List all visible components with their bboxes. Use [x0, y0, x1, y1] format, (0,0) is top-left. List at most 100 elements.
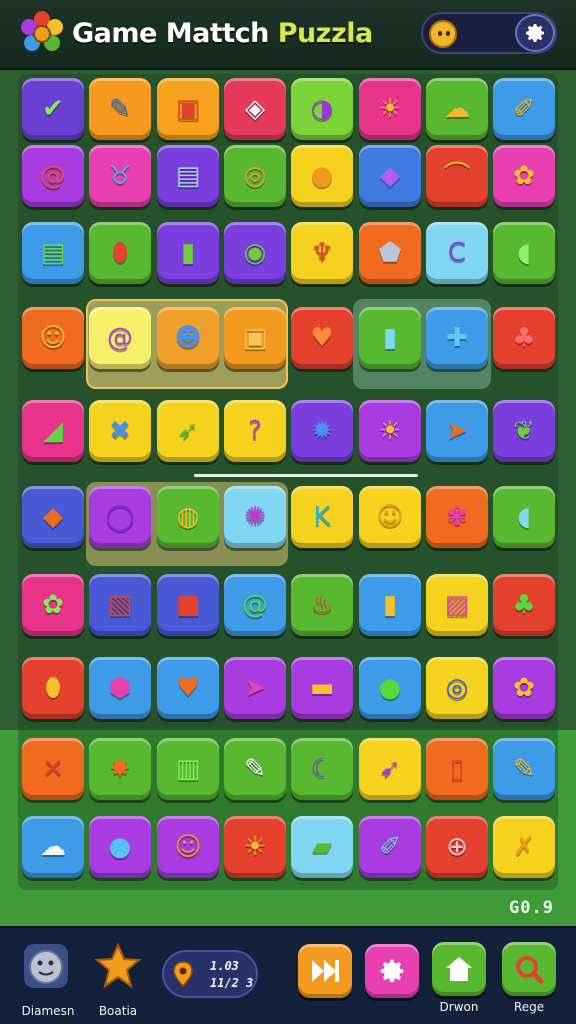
- game-tile[interactable]: ◆: [359, 145, 421, 207]
- game-tile[interactable]: ●: [291, 145, 353, 207]
- fast-forward-button[interactable]: [298, 944, 352, 998]
- game-tile[interactable]: ▧: [89, 574, 151, 636]
- game-tile[interactable]: ✎: [493, 738, 555, 800]
- game-tile[interactable]: ✹: [291, 400, 353, 462]
- game-tile[interactable]: ☻: [157, 307, 219, 369]
- game-tile[interactable]: ◖: [493, 222, 555, 284]
- game-tile[interactable]: ☀: [359, 400, 421, 462]
- game-tile[interactable]: ◖: [493, 486, 555, 548]
- game-tile[interactable]: @: [224, 574, 286, 636]
- home-button[interactable]: [432, 942, 486, 996]
- boatia-item[interactable]: Boatia: [90, 940, 146, 1020]
- game-tile[interactable]: ✚: [426, 307, 488, 369]
- game-tile[interactable]: ⬮: [89, 222, 151, 284]
- game-tile[interactable]: ☀: [359, 78, 421, 140]
- game-tile[interactable]: ✺: [224, 486, 286, 548]
- game-tile[interactable]: C: [426, 222, 488, 284]
- game-tile[interactable]: ✗: [493, 816, 555, 878]
- picture-icon: ▨: [444, 590, 470, 620]
- game-tile[interactable]: ☺: [359, 486, 421, 548]
- game-tile[interactable]: ◎: [224, 145, 286, 207]
- game-tile[interactable]: ⌒: [426, 145, 488, 207]
- game-tile[interactable]: @: [89, 307, 151, 369]
- game-tile[interactable]: ⬢: [89, 657, 151, 719]
- game-tile[interactable]: ◈: [224, 78, 286, 140]
- game-tile[interactable]: ●: [359, 657, 421, 719]
- game-tile[interactable]: ✿: [22, 574, 84, 636]
- flower-icon: ✾: [446, 502, 468, 532]
- home-label: Drwon: [439, 1000, 479, 1014]
- game-tile[interactable]: ▮: [359, 307, 421, 369]
- game-tile[interactable]: ▯: [426, 738, 488, 800]
- game-tile[interactable]: ▣: [224, 307, 286, 369]
- game-tile[interactable]: ▤: [22, 222, 84, 284]
- game-tile[interactable]: ✕: [22, 738, 84, 800]
- game-tile[interactable]: ▥: [157, 738, 219, 800]
- heart-icon: ♥: [176, 673, 200, 703]
- game-tile[interactable]: ♨: [291, 574, 353, 636]
- game-tile[interactable]: ⬮: [22, 657, 84, 719]
- game-tile[interactable]: ➹: [359, 738, 421, 800]
- game-tile[interactable]: ☺: [22, 307, 84, 369]
- plane-icon: ➤: [446, 416, 468, 446]
- game-tile[interactable]: ▣: [157, 78, 219, 140]
- game-tile[interactable]: ♆: [291, 222, 353, 284]
- knight-icon: ☻: [174, 323, 202, 353]
- settings-gear-button[interactable]: [365, 944, 419, 998]
- moon-face-icon: [24, 944, 68, 988]
- game-tile[interactable]: ◑: [291, 78, 353, 140]
- game-tile[interactable]: ✐: [493, 78, 555, 140]
- game-tile[interactable]: ❦: [493, 400, 555, 462]
- game-tile[interactable]: ▮: [359, 574, 421, 636]
- game-tile[interactable]: ▬: [291, 657, 353, 719]
- game-tile[interactable]: ✔: [22, 78, 84, 140]
- game-tile[interactable]: ♥: [291, 307, 353, 369]
- game-tile[interactable]: ◎: [426, 657, 488, 719]
- search-button[interactable]: [502, 942, 556, 996]
- game-tile[interactable]: ⊕: [426, 816, 488, 878]
- game-tile[interactable]: ☾: [291, 738, 353, 800]
- game-tile[interactable]: ✖: [89, 400, 151, 462]
- radio-icon: ▤: [175, 161, 201, 191]
- game-tile[interactable]: ✎: [224, 738, 286, 800]
- game-tile[interactable]: ➤: [224, 657, 286, 719]
- game-tile[interactable]: ♥: [157, 657, 219, 719]
- donut-icon: ◎: [243, 161, 267, 191]
- stats-line-1: 1.03: [210, 959, 239, 973]
- game-tile[interactable]: ◆: [22, 486, 84, 548]
- game-tile[interactable]: ●: [89, 816, 151, 878]
- game-tile[interactable]: ✿: [493, 657, 555, 719]
- game-tile[interactable]: ◍: [157, 486, 219, 548]
- game-tile[interactable]: K: [291, 486, 353, 548]
- game-tile[interactable]: ➤: [426, 400, 488, 462]
- settings-button[interactable]: [515, 14, 555, 52]
- game-tile[interactable]: ✸: [89, 738, 151, 800]
- game-tile[interactable]: ✎: [89, 78, 151, 140]
- game-tile[interactable]: ▮: [157, 222, 219, 284]
- game-tile[interactable]: ✐: [359, 816, 421, 878]
- card-icon: ▤: [40, 238, 66, 268]
- game-tile[interactable]: ☁: [426, 78, 488, 140]
- cloud-icon: ☁: [444, 94, 470, 124]
- diamesn-item[interactable]: Diamesn: [20, 940, 76, 1020]
- game-tile[interactable]: ▤: [157, 145, 219, 207]
- game-tile[interactable]: ?: [224, 400, 286, 462]
- game-tile[interactable]: ➶: [157, 400, 219, 462]
- player-status-pill[interactable]: [421, 12, 557, 54]
- game-tile[interactable]: ♣: [493, 307, 555, 369]
- game-tile[interactable]: ☀: [224, 816, 286, 878]
- game-tile[interactable]: @: [22, 145, 84, 207]
- game-tile[interactable]: ◯: [89, 486, 151, 548]
- game-tile[interactable]: ✿: [493, 145, 555, 207]
- game-tile[interactable]: ■: [157, 574, 219, 636]
- game-tile[interactable]: ✾: [426, 486, 488, 548]
- game-tile[interactable]: ◢: [22, 400, 84, 462]
- game-tile[interactable]: ♣: [493, 574, 555, 636]
- game-tile[interactable]: ▨: [426, 574, 488, 636]
- game-tile[interactable]: ◉: [224, 222, 286, 284]
- game-tile[interactable]: ☁: [22, 816, 84, 878]
- game-tile[interactable]: ▰: [291, 816, 353, 878]
- game-tile[interactable]: ♉: [89, 145, 151, 207]
- game-tile[interactable]: ☺: [157, 816, 219, 878]
- game-tile[interactable]: ⬟: [359, 222, 421, 284]
